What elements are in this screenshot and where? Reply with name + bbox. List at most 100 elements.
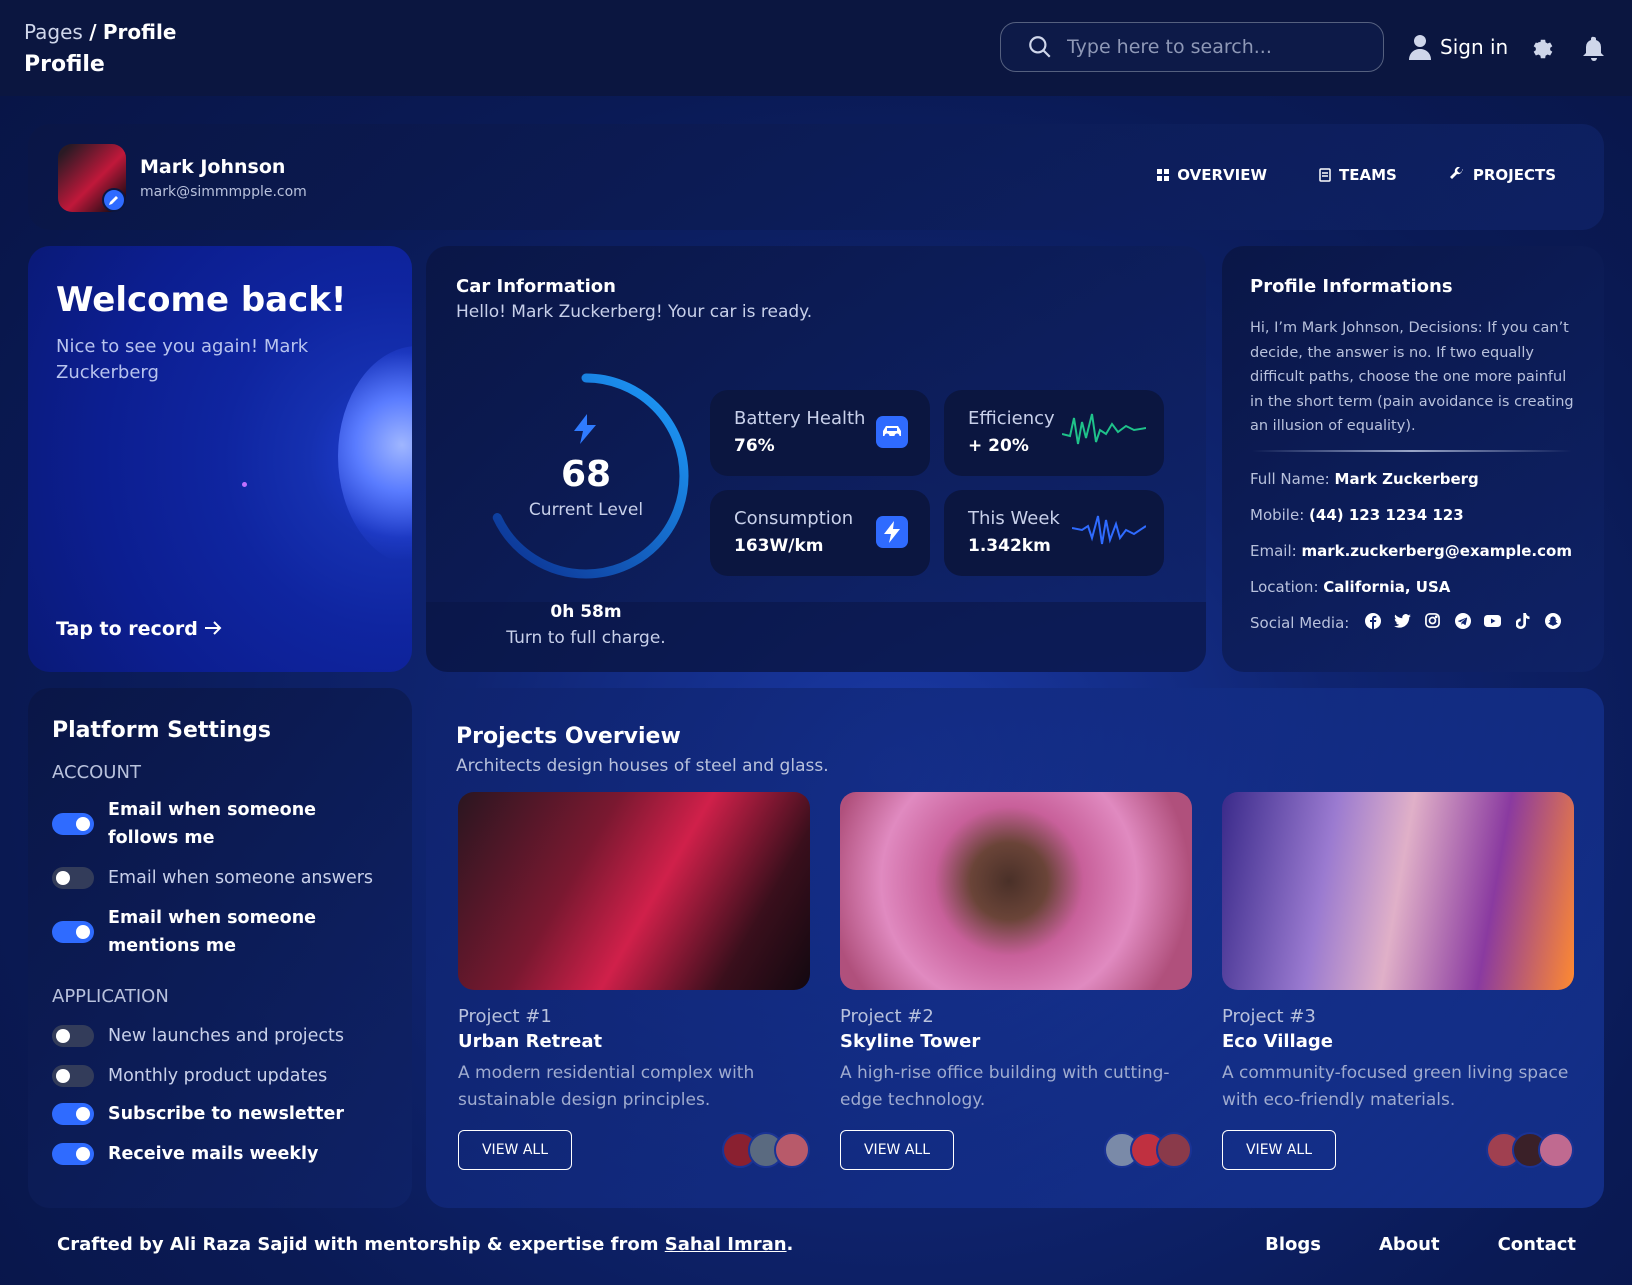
- mobile-label: Mobile:: [1250, 506, 1305, 524]
- breadcrumb-parent[interactable]: Pages: [24, 20, 83, 44]
- car-information-card: Car Information Hello! Mark Zuckerberg! …: [426, 246, 1206, 672]
- search-box[interactable]: [1000, 22, 1384, 72]
- project-number: Project #3: [1222, 1006, 1316, 1027]
- divider: [1252, 450, 1572, 452]
- stat-value: 76%: [734, 436, 775, 456]
- stat-label: Consumption: [734, 508, 854, 529]
- toggle-switch[interactable]: [52, 1103, 94, 1125]
- youtube-icon[interactable]: [1484, 612, 1501, 629]
- profile-header-card: Mark Johnson mark@simmmpple.com OVERVIEW…: [28, 124, 1604, 230]
- footer-link-contact[interactable]: Contact: [1498, 1234, 1576, 1255]
- project-title: Skyline Tower: [840, 1031, 981, 1052]
- welcome-card: Welcome back! Nice to see you again! Mar…: [28, 246, 412, 672]
- profile-email: mark@simmmpple.com: [140, 184, 307, 200]
- toggle-knob: [56, 1029, 70, 1043]
- toggle-switch[interactable]: [52, 813, 94, 835]
- footer-link-blogs[interactable]: Blogs: [1265, 1234, 1321, 1255]
- view-all-button[interactable]: VIEW ALL: [458, 1130, 572, 1170]
- bell-icon[interactable]: [1582, 36, 1606, 62]
- current-level-label: Current Level: [528, 500, 644, 520]
- project-title: Eco Village: [1222, 1031, 1333, 1052]
- breadcrumb: Pages / Profile: [24, 20, 176, 44]
- toggle-switch[interactable]: [52, 1143, 94, 1165]
- snapchat-icon[interactable]: [1544, 612, 1561, 629]
- twitter-icon[interactable]: [1394, 612, 1411, 629]
- search-icon: [1029, 36, 1051, 58]
- project-description: A community-focused green living space w…: [1222, 1063, 1569, 1110]
- page-title: Profile: [24, 52, 105, 77]
- full-name-row: Full Name: Mark Zuckerberg: [1250, 470, 1479, 488]
- profile-bio: Hi, I’m Mark Johnson, Decisions: If you …: [1250, 320, 1574, 434]
- mobile-row: Mobile: (44) 123 1234 123: [1250, 506, 1464, 524]
- toggle-switch[interactable]: [52, 1065, 94, 1087]
- gear-icon[interactable]: [1530, 36, 1556, 62]
- setting-label: Email when someone answers: [108, 868, 374, 888]
- profile-info-title: Profile Informations: [1250, 276, 1453, 297]
- toggle-switch[interactable]: [52, 1025, 94, 1047]
- avatar[interactable]: [774, 1132, 810, 1168]
- footer-link-about[interactable]: About: [1379, 1234, 1440, 1255]
- car-icon: [876, 416, 908, 448]
- welcome-title: Welcome back!: [56, 280, 347, 320]
- charge-text: Turn to full charge.: [506, 628, 666, 648]
- instagram-icon[interactable]: [1424, 612, 1441, 629]
- project-card: Project #2 Skyline Tower A high-rise off…: [840, 792, 1192, 1170]
- avatar[interactable]: [1538, 1132, 1574, 1168]
- tab-teams[interactable]: TEAMS: [1319, 166, 1397, 184]
- tab-overview[interactable]: OVERVIEW: [1157, 166, 1267, 184]
- credit-suffix: .: [786, 1234, 794, 1255]
- tiktok-icon[interactable]: [1514, 612, 1531, 629]
- email-label: Email:: [1250, 542, 1297, 560]
- social-links: [1364, 612, 1561, 629]
- view-all-button[interactable]: VIEW ALL: [840, 1130, 954, 1170]
- project-title: Urban Retreat: [458, 1031, 603, 1052]
- telegram-icon[interactable]: [1454, 612, 1471, 629]
- view-all-button[interactable]: VIEW ALL: [1222, 1130, 1336, 1170]
- arrow-right-icon: [205, 621, 222, 635]
- tab-label: OVERVIEW: [1177, 166, 1267, 184]
- wrench-icon: [1449, 167, 1463, 179]
- toggle-switch[interactable]: [52, 867, 94, 889]
- project-card: Project #3 Eco Village A community-focus…: [1222, 792, 1574, 1170]
- stat-efficiency: Efficiency + 20%: [944, 390, 1164, 476]
- setting-label: Email when someone follows me: [108, 800, 317, 848]
- profile-info-card: Profile Informations Hi, I’m Mark Johnso…: [1222, 246, 1604, 672]
- grid-icon: [1157, 169, 1170, 181]
- toggle-switch[interactable]: [52, 921, 94, 943]
- project-image: [1222, 792, 1574, 990]
- project-description: A modern residential complex with sustai…: [458, 1063, 755, 1110]
- toggle-knob: [76, 925, 90, 939]
- bolt-icon: [876, 516, 908, 548]
- full-name-value: Mark Zuckerberg: [1334, 470, 1479, 488]
- toggle-knob: [76, 1147, 90, 1161]
- stat-value: + 20%: [968, 436, 1029, 456]
- particle: [242, 482, 247, 487]
- search-input[interactable]: [1067, 36, 1367, 58]
- stat-consumption: Consumption 163W/km: [710, 490, 930, 576]
- avatar[interactable]: [1156, 1132, 1192, 1168]
- green-wave-icon: [1062, 413, 1146, 445]
- stat-this-week: This Week 1.342km: [944, 490, 1164, 576]
- sign-in-label: Sign in: [1440, 35, 1509, 59]
- stat-value: 1.342km: [968, 536, 1051, 556]
- projects-overview-card: Projects Overview Architects design hous…: [426, 688, 1604, 1208]
- lightning-icon: [574, 414, 596, 444]
- tab-projects[interactable]: PROJECTS: [1449, 166, 1556, 184]
- breadcrumb-current: Profile: [102, 20, 177, 44]
- project-description: A high-rise office building with cutting…: [840, 1063, 1170, 1110]
- current-level-value: 68: [560, 454, 612, 495]
- project-number: Project #1: [458, 1006, 552, 1027]
- user-icon: [1409, 35, 1431, 60]
- location-label: Location:: [1250, 578, 1319, 596]
- sign-in-button[interactable]: Sign in: [1408, 34, 1508, 60]
- car-subtitle: Hello! Mark Zuckerberg! Your car is read…: [456, 302, 813, 322]
- email-row: Email: mark.zuckerberg@example.com: [1250, 542, 1572, 560]
- project-number: Project #2: [840, 1006, 934, 1027]
- tap-to-record-link[interactable]: Tap to record: [56, 618, 222, 640]
- facebook-icon[interactable]: [1364, 612, 1381, 629]
- edit-avatar-icon[interactable]: [102, 188, 126, 212]
- setting-label: Receive mails weekly: [108, 1144, 319, 1164]
- toggle-knob: [76, 817, 90, 831]
- credit-link[interactable]: Sahal Imran: [665, 1234, 787, 1255]
- team-avatars: [1486, 1132, 1574, 1168]
